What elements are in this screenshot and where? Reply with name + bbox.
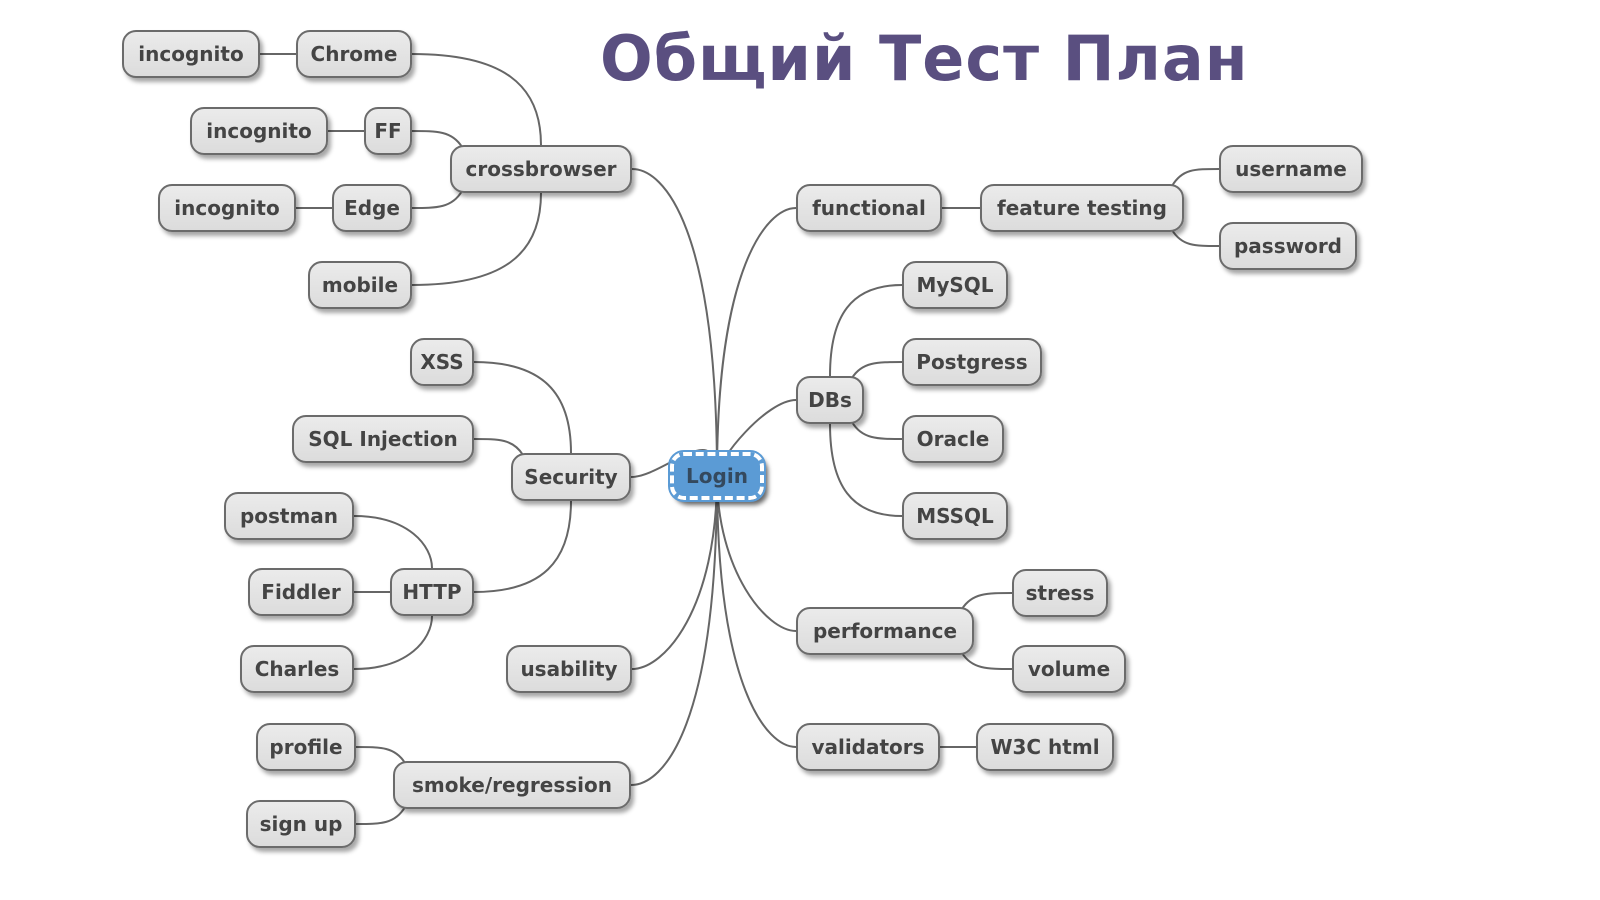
node-label: volume	[1027, 657, 1111, 681]
node-label: SQL Injection	[308, 427, 458, 451]
edge-http-postman	[353, 515, 433, 569]
node-label: sign up	[259, 812, 343, 836]
node-mysql[interactable]: MySQL	[902, 261, 1008, 309]
node-label: MySQL	[916, 273, 994, 297]
node-postman[interactable]: postman	[224, 492, 354, 540]
node-ff-incognito[interactable]: incognito	[190, 107, 328, 155]
node-usability[interactable]: usability	[506, 645, 632, 693]
node-sign-up[interactable]: sign up	[246, 800, 356, 848]
edge-smoke-regression-sign-up	[355, 806, 406, 825]
node-label: smoke/regression	[412, 773, 612, 797]
node-label: performance	[812, 619, 958, 643]
node-label: incognito	[138, 42, 244, 66]
node-label: Security	[524, 465, 618, 489]
node-label: Postgress	[916, 350, 1028, 374]
edge-crossbrowser-ff	[411, 130, 463, 148]
node-label: HTTP	[402, 580, 462, 604]
node-label: postman	[239, 504, 339, 528]
node-postgress[interactable]: Postgress	[902, 338, 1042, 386]
node-label: crossbrowser	[465, 157, 617, 181]
node-http[interactable]: HTTP	[390, 568, 474, 616]
node-label: Edge	[344, 196, 400, 220]
edge-login-validators	[716, 475, 797, 748]
node-sql-injection[interactable]: SQL Injection	[292, 415, 474, 463]
node-label: XSS	[420, 350, 464, 374]
node-label: Chrome	[310, 42, 398, 66]
node-volume[interactable]: volume	[1012, 645, 1126, 693]
node-performance[interactable]: performance	[796, 607, 974, 655]
node-dbs[interactable]: DBs	[796, 376, 864, 424]
node-security[interactable]: Security	[511, 453, 631, 501]
node-label: profile	[269, 735, 343, 759]
node-label: stress	[1025, 581, 1095, 605]
node-label: incognito	[174, 196, 280, 220]
node-mobile[interactable]: mobile	[308, 261, 412, 309]
edge-dbs-postgress	[851, 361, 903, 379]
node-label: password	[1233, 234, 1343, 258]
node-label: MSSQL	[916, 504, 994, 528]
edge-login-smoke-regression	[630, 475, 718, 786]
node-login[interactable]: Login	[668, 450, 766, 502]
edge-security-sql-injection	[473, 438, 524, 456]
node-label: FF	[374, 119, 402, 143]
node-crossbrowser[interactable]: crossbrowser	[450, 145, 632, 193]
node-ff[interactable]: FF	[364, 107, 412, 155]
node-edge[interactable]: Edge	[332, 184, 412, 232]
edge-login-functional	[716, 207, 797, 477]
node-label: W3C html	[990, 735, 1100, 759]
node-label: Oracle	[916, 427, 990, 451]
edge-login-crossbrowser	[631, 168, 718, 477]
edge-dbs-oracle	[851, 421, 903, 440]
node-username[interactable]: username	[1219, 145, 1363, 193]
edge-dbs-mssql	[829, 423, 903, 517]
node-label: username	[1235, 157, 1347, 181]
edge-feature-testing-password	[1171, 229, 1220, 247]
node-functional[interactable]: functional	[796, 184, 942, 232]
node-w3c-html[interactable]: W3C html	[976, 723, 1114, 771]
node-label: usability	[520, 657, 618, 681]
node-label: mobile	[321, 273, 399, 297]
node-label: incognito	[206, 119, 312, 143]
edge-http-charles	[353, 615, 433, 670]
edge-feature-testing-username	[1171, 168, 1220, 187]
node-charles[interactable]: Charles	[240, 645, 354, 693]
node-validators[interactable]: validators	[796, 723, 940, 771]
node-oracle[interactable]: Oracle	[902, 415, 1004, 463]
edge-login-usability	[631, 475, 718, 670]
node-feature-testing[interactable]: feature testing	[980, 184, 1184, 232]
node-edge-incognito[interactable]: incognito	[158, 184, 296, 232]
node-label: Login	[686, 464, 748, 488]
node-profile[interactable]: profile	[256, 723, 356, 771]
edge-security-http	[473, 500, 572, 593]
node-chrome[interactable]: Chrome	[296, 30, 412, 78]
edge-performance-volume	[961, 652, 1013, 670]
edge-smoke-regression-profile	[355, 746, 406, 764]
node-label: Fiddler	[261, 580, 341, 604]
node-label: feature testing	[997, 196, 1167, 220]
node-label: functional	[812, 196, 926, 220]
node-xss[interactable]: XSS	[410, 338, 474, 386]
node-chrome-incognito[interactable]: incognito	[122, 30, 260, 78]
node-label: validators	[811, 735, 925, 759]
node-password[interactable]: password	[1219, 222, 1357, 270]
node-mssql[interactable]: MSSQL	[902, 492, 1008, 540]
node-label: DBs	[808, 388, 852, 412]
node-smoke-regression[interactable]: smoke/regression	[393, 761, 631, 809]
node-label: Charles	[254, 657, 340, 681]
edge-crossbrowser-edge	[411, 190, 463, 209]
node-stress[interactable]: stress	[1012, 569, 1108, 617]
node-fiddler[interactable]: Fiddler	[248, 568, 354, 616]
edge-performance-stress	[961, 592, 1013, 610]
